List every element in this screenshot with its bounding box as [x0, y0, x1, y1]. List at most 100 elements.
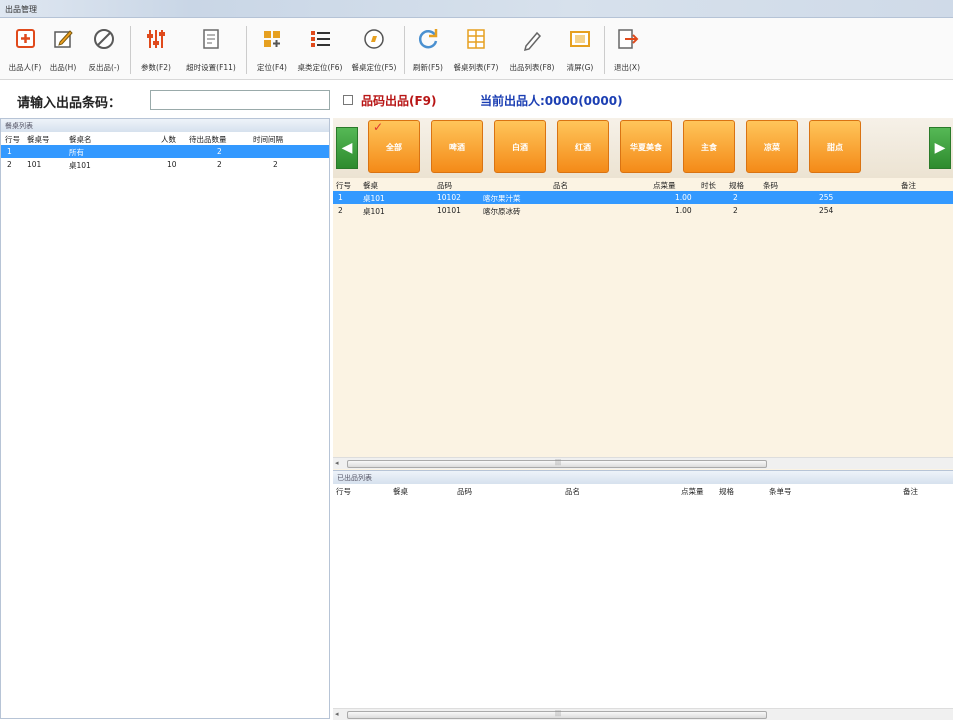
cell-code: 10101 [437, 206, 461, 215]
column-header: 行号 [336, 181, 351, 190]
scroll-left-icon[interactable]: ◂ [335, 459, 339, 467]
toolbar-label: 出品(H) [49, 63, 77, 72]
barcode-label: 请输入出品条码： [17, 96, 122, 111]
table-list-title: 餐桌列表 [1, 119, 329, 132]
column-header: 时长 [701, 181, 716, 190]
next-category-button[interactable]: ▶ [929, 127, 951, 169]
toolbar-separator [604, 26, 605, 74]
toolbar-separator [130, 26, 131, 74]
toolbar-button-serve-list[interactable]: 出品列表(F8) [504, 22, 560, 76]
cell-table: 桌101 [363, 194, 385, 203]
cell-code: 10102 [437, 193, 461, 202]
by-code-label: 品码出品(F9) [361, 94, 437, 108]
toolbar-button-locate[interactable]: 定位(F4) [250, 22, 294, 76]
table-row[interactable]: 2 101 桌101 10 2 2 [1, 158, 329, 171]
toolbar: 出品人(F) 出品(H) 反出品(-) 参数(F2) 超时设置(F11) 定位(… [0, 18, 953, 80]
scroll-grip-icon: ||| [555, 710, 562, 717]
cell-table-name: 所有 [69, 148, 84, 157]
column-header: 品名 [565, 487, 580, 496]
column-header: 规格 [729, 181, 744, 190]
table-grid-icon [467, 29, 485, 49]
cell-people: 10 [167, 160, 177, 169]
cell-no: 1 [7, 147, 12, 156]
category-button[interactable]: 主食 [683, 120, 735, 173]
exit-icon [618, 29, 639, 49]
check-mark-icon: ✓ [373, 120, 384, 134]
item-row[interactable]: 1 桌101 10102 喀尔果汁菜 1.00 2 255 [333, 191, 953, 204]
cell-qty: 1.00 [675, 206, 692, 215]
category-button[interactable]: 凉菜 [746, 120, 798, 173]
column-header: 品码 [437, 181, 452, 190]
column-header: 品码 [457, 487, 472, 496]
toolbar-button-refresh[interactable]: 刷新(F5) [408, 22, 448, 76]
category-button[interactable]: 华夏美食 [620, 120, 672, 173]
category-button[interactable]: 啤酒 [431, 120, 483, 173]
toolbar-separator [246, 26, 247, 74]
toolbar-label: 超时设置(F11) [186, 63, 236, 72]
cell-barcode: 254 [819, 206, 834, 215]
plus-box-icon [16, 29, 35, 48]
cell-barcode: 255 [819, 193, 834, 202]
toolbar-label: 清屏(G) [566, 63, 594, 72]
cell-interval: 2 [273, 160, 278, 169]
column-header: 餐桌号 [27, 135, 50, 144]
column-header: 餐桌 [393, 487, 408, 496]
toolbar-label: 出品人(F) [8, 63, 42, 72]
item-row[interactable]: 2 桌101 10101 喀尔原冰砖 1.00 2 254 [333, 204, 953, 217]
column-header: 条单号 [769, 487, 792, 496]
column-header: 行号 [5, 135, 20, 144]
screen-icon [570, 31, 590, 47]
category-button[interactable]: 红酒 [557, 120, 609, 173]
toolbar-button-unserve[interactable]: 反出品(-) [82, 22, 126, 76]
toolbar-label: 刷新(F5) [413, 63, 443, 72]
cancel-circle-icon [94, 29, 114, 49]
toolbar-button-clear-screen[interactable]: 清屏(G) [560, 22, 600, 76]
toolbar-separator [404, 26, 405, 74]
toolbar-label: 出品列表(F8) [509, 63, 555, 72]
toolbar-button-add-person[interactable]: 出品人(F) [6, 22, 44, 76]
toolbar-label: 反出品(-) [88, 63, 120, 72]
toolbar-button-exit[interactable]: 退出(X) [608, 22, 646, 76]
cell-no: 2 [338, 206, 343, 215]
column-header: 条码 [763, 181, 778, 190]
cell-pending: 2 [217, 160, 222, 169]
cell-table-name: 桌101 [69, 161, 91, 170]
served-hscrollbar[interactable]: ◂ ||| [333, 708, 953, 720]
dish-panel: ◀ 全部 ✓ 啤酒 白酒 红酒 华夏美食 主食 凉菜 甜点 ▶ 行号 餐桌 品码… [333, 118, 953, 720]
table-list-panel: 餐桌列表 行号 餐桌号 餐桌名 人数 待出品数量 时间间隔 1 所有 2 2 1… [0, 118, 330, 719]
column-header: 品名 [553, 181, 568, 190]
column-header: 点菜量 [681, 487, 704, 496]
toolbar-label: 定位(F4) [257, 63, 287, 72]
toolbar-button-category-locate[interactable]: 桌类定位(F6) [294, 22, 346, 76]
timer-icon [203, 29, 219, 49]
barcode-input[interactable] [150, 90, 330, 110]
prev-category-button[interactable]: ◀ [336, 127, 358, 169]
column-header: 人数 [161, 135, 176, 144]
pencil-icon [523, 31, 542, 52]
scroll-left-icon[interactable]: ◂ [335, 710, 339, 718]
column-header: 行号 [336, 487, 351, 496]
grid-plus-icon [264, 31, 280, 47]
cell-qty: 1.00 [675, 193, 692, 202]
column-header: 备注 [901, 181, 916, 190]
category-button[interactable]: 甜点 [809, 120, 861, 173]
table-row[interactable]: 1 所有 2 [1, 145, 329, 158]
cell-duration: 2 [733, 193, 738, 202]
category-bar: ◀ 全部 ✓ 啤酒 白酒 红酒 华夏美食 主食 凉菜 甜点 ▶ [333, 118, 953, 178]
cell-no: 1 [338, 193, 343, 202]
cell-table: 桌101 [363, 207, 385, 216]
toolbar-button-serve[interactable]: 出品(H) [44, 22, 82, 76]
window-title: 出品管理 [5, 5, 37, 14]
toolbar-button-timeout-settings[interactable]: 超时设置(F11) [180, 22, 242, 76]
toolbar-button-table-list[interactable]: 餐桌列表(F7) [448, 22, 504, 76]
pending-items-list: 行号 餐桌 品码 品名 点菜量 时长 规格 条码 备注 1 桌101 10102… [333, 178, 953, 458]
served-header: 行号 餐桌 品码 品名 点菜量 规格 条单号 备注 [333, 484, 953, 497]
items-hscrollbar[interactable]: ◂ ||| [333, 457, 953, 469]
category-button[interactable]: 白酒 [494, 120, 546, 173]
toolbar-button-table-locate[interactable]: 餐桌定位(F5) [346, 22, 402, 76]
column-header: 时间间隔 [253, 135, 283, 144]
toolbar-label: 退出(X) [614, 63, 640, 72]
by-code-checkbox[interactable] [343, 95, 353, 105]
cell-name: 喀尔原冰砖 [483, 207, 521, 216]
toolbar-button-parameters[interactable]: 参数(F2) [134, 22, 178, 76]
